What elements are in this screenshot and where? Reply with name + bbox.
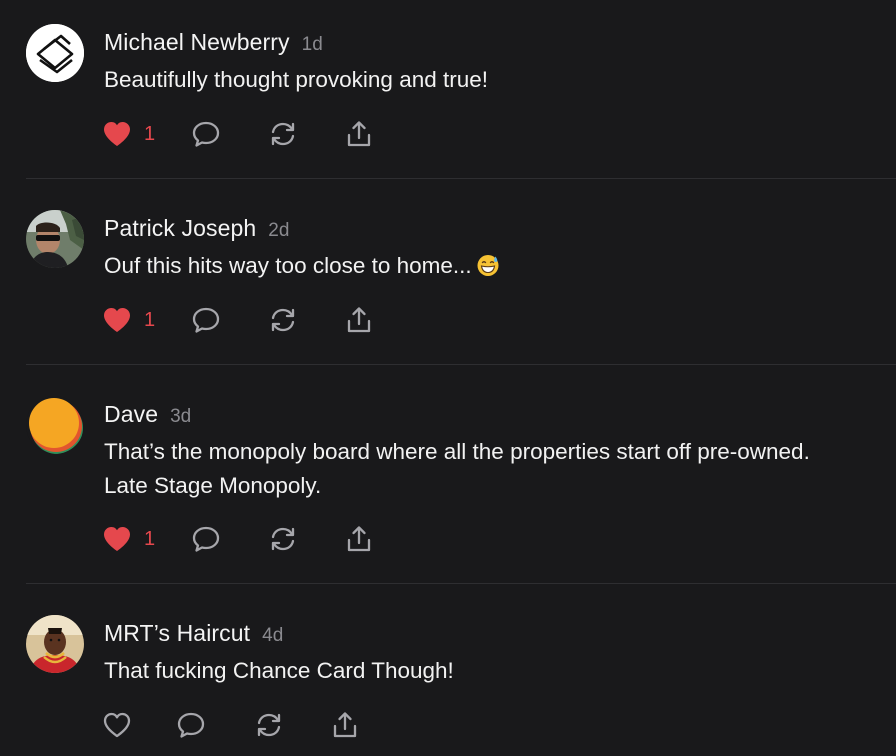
avatar[interactable] <box>26 615 84 673</box>
speech-bubble-icon <box>177 712 205 738</box>
author-row: Michael Newberry 1d <box>104 27 323 57</box>
share-button[interactable] <box>344 117 374 151</box>
restack-button[interactable] <box>268 303 298 337</box>
like-button[interactable]: 1 <box>102 522 155 556</box>
reply-button[interactable] <box>176 708 206 742</box>
divider <box>26 178 896 179</box>
share-button[interactable] <box>330 708 360 742</box>
heart-icon <box>103 712 131 738</box>
share-upload-icon <box>347 307 371 333</box>
restack-arrows-icon <box>271 308 295 332</box>
author-name[interactable]: MRT’s Haircut <box>104 620 250 646</box>
author-name[interactable]: Michael Newberry <box>104 29 290 55</box>
comment-line: That fucking Chance Card Though! <box>104 658 454 683</box>
avatar[interactable] <box>26 210 84 268</box>
like-count: 1 <box>144 308 156 331</box>
comment-text: Ouf this hits way too close to home... <box>104 253 472 278</box>
comment-body: Ouf this hits way too close to home... <box>104 249 894 283</box>
timestamp[interactable]: 2d <box>268 220 289 241</box>
timestamp[interactable]: 3d <box>170 406 191 427</box>
divider <box>26 583 896 584</box>
like-count: 1 <box>144 527 156 550</box>
comment-line: Beautifully thought provoking and true! <box>104 67 489 92</box>
timestamp[interactable]: 4d <box>262 625 283 646</box>
avatar[interactable] <box>26 24 84 82</box>
share-button[interactable] <box>344 522 374 556</box>
speech-bubble-icon <box>192 121 220 147</box>
reply-button[interactable] <box>191 522 221 556</box>
restack-arrows-icon <box>271 527 295 551</box>
share-upload-icon <box>333 712 357 738</box>
share-upload-icon <box>347 121 371 147</box>
restack-button[interactable] <box>268 522 298 556</box>
author-name[interactable]: Patrick Joseph <box>104 215 256 241</box>
like-count: 1 <box>144 122 156 145</box>
restack-button[interactable] <box>254 708 284 742</box>
heart-icon <box>104 527 130 551</box>
comment-body: Beautifully thought provoking and true! <box>104 63 894 97</box>
restack-arrows-icon <box>257 713 281 737</box>
comment-line: Ouf this hits way too close to home... <box>104 249 894 283</box>
avatar[interactable] <box>26 396 84 454</box>
like-button[interactable]: 1 <box>102 117 155 151</box>
share-button[interactable] <box>344 303 374 337</box>
comment-body: That’s the monopoly board where all the … <box>104 435 894 503</box>
comment-line: Late Stage Monopoly. <box>104 473 322 498</box>
author-row: Dave 3d <box>104 399 191 429</box>
restack-button[interactable] <box>268 117 298 151</box>
divider <box>26 364 896 365</box>
heart-icon <box>104 122 130 146</box>
orange-disc-avatar <box>26 396 84 454</box>
restack-arrows-icon <box>271 122 295 146</box>
timestamp[interactable]: 1d <box>302 34 323 55</box>
share-upload-icon <box>347 526 371 552</box>
outline-logo-avatar <box>26 24 84 82</box>
reply-button[interactable] <box>191 117 221 151</box>
author-name[interactable]: Dave <box>104 401 158 427</box>
like-button[interactable] <box>102 708 132 742</box>
comment-feed: Michael Newberry 1d Beautifully thought p… <box>0 0 896 756</box>
like-button[interactable]: 1 <box>102 303 155 337</box>
grinning-sweat-emoji <box>477 255 499 276</box>
author-row: MRT’s Haircut 4d <box>104 618 283 648</box>
speech-bubble-icon <box>192 526 220 552</box>
reply-button[interactable] <box>191 303 221 337</box>
comment-line: That’s the monopoly board where all the … <box>104 439 810 464</box>
speech-bubble-icon <box>192 307 220 333</box>
comment-body: That fucking Chance Card Though! <box>104 654 894 688</box>
author-row: Patrick Joseph 2d <box>104 213 289 243</box>
photo-avatar <box>26 210 84 268</box>
heart-icon <box>104 308 130 332</box>
photo-avatar <box>26 615 84 673</box>
